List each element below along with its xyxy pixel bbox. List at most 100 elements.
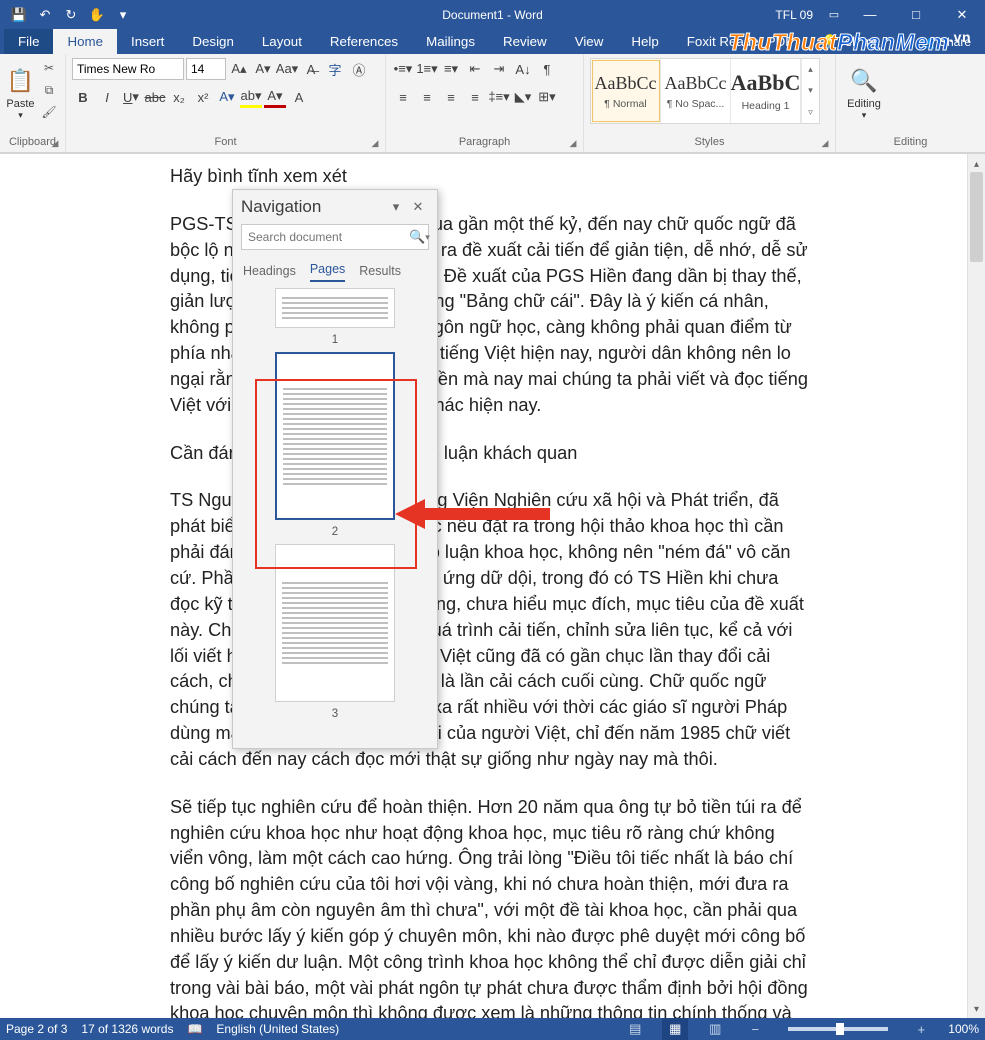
text-effects-button[interactable]: A▾ <box>216 86 238 108</box>
styles-scroll-down[interactable]: ▾ <box>802 85 819 96</box>
navigation-pane-options-button[interactable]: ▾ <box>385 196 407 218</box>
editing-button[interactable]: 🔍 Editing ▾ <box>842 58 886 130</box>
qat-touch-mode-button[interactable]: ✋ <box>84 0 110 29</box>
tab-review[interactable]: Review <box>489 29 561 54</box>
bullets-button[interactable]: •≡▾ <box>392 58 414 80</box>
font-launcher[interactable]: ◢ <box>368 136 382 150</box>
shrink-font-button[interactable]: A▾ <box>252 58 274 80</box>
font-name-combobox[interactable] <box>72 58 184 80</box>
borders-button[interactable]: ⊞▾ <box>536 86 558 108</box>
status-page[interactable]: Page 2 of 3 <box>6 1022 67 1036</box>
doc-paragraph[interactable]: Hãy bình tĩnh xem xét <box>170 164 810 190</box>
change-case-button[interactable]: Aa▾ <box>276 58 298 80</box>
tab-home[interactable]: Home <box>53 29 117 54</box>
scrollbar-thumb[interactable] <box>970 172 983 262</box>
bold-button[interactable]: B <box>72 86 94 108</box>
tab-view[interactable]: View <box>561 29 618 54</box>
paragraph-launcher[interactable]: ◢ <box>566 136 580 150</box>
styles-scroll-up[interactable]: ▴ <box>802 64 819 75</box>
tab-mailings[interactable]: Mailings <box>412 29 489 54</box>
nav-tab-pages[interactable]: Pages <box>310 262 345 282</box>
shading-button[interactable]: ◣▾ <box>512 86 534 108</box>
phonetic-guide-button[interactable]: 字 <box>324 58 346 80</box>
clipboard-launcher[interactable]: ◢ <box>48 136 62 150</box>
navigation-search-box[interactable]: 🔍 ▾ <box>241 224 429 250</box>
align-center-button[interactable]: ≡ <box>416 86 438 108</box>
status-language[interactable]: English (United States) <box>216 1022 339 1036</box>
numbering-button[interactable]: 1≡▾ <box>416 58 438 80</box>
ribbon-display-options-button[interactable]: ▭ <box>821 0 847 29</box>
character-shading-button[interactable]: A <box>288 86 310 108</box>
scroll-up-button[interactable]: ▴ <box>968 156 985 174</box>
justify-button[interactable]: ≡ <box>464 86 486 108</box>
superscript-button[interactable]: x² <box>192 86 214 108</box>
format-painter-button[interactable]: 🖌 <box>39 102 59 122</box>
view-read-mode-button[interactable]: ▤ <box>622 1018 648 1040</box>
view-print-layout-button[interactable]: ▦ <box>662 1018 688 1040</box>
qat-customize-button[interactable]: ▾ <box>110 0 136 29</box>
font-color-button[interactable]: A▾ <box>264 86 286 108</box>
tab-references[interactable]: References <box>316 29 412 54</box>
zoom-out-button[interactable]: − <box>742 1018 768 1040</box>
zoom-slider[interactable] <box>788 1027 888 1031</box>
window-maximize-button[interactable]: □ <box>893 0 939 29</box>
nav-tab-results[interactable]: Results <box>359 264 401 282</box>
decrease-indent-button[interactable]: ⇤ <box>464 58 486 80</box>
vertical-scrollbar[interactable]: ▴ ▾ <box>967 154 985 1018</box>
highlight-button[interactable]: ab▾ <box>240 86 262 108</box>
status-word-count[interactable]: 17 of 1326 words <box>81 1022 173 1036</box>
style-normal[interactable]: AaBbCc ¶ Normal <box>591 59 661 123</box>
strikethrough-button[interactable]: abc <box>144 86 166 108</box>
styles-more-button[interactable]: ▿ <box>802 107 819 118</box>
tab-design[interactable]: Design <box>178 29 248 54</box>
styles-gallery[interactable]: AaBbCc ¶ Normal AaBbCc ¶ No Spac... AaBb… <box>590 58 820 124</box>
navigation-pane-close-button[interactable]: ✕ <box>407 196 429 218</box>
qat-save-button[interactable]: 💾 <box>6 0 32 29</box>
grow-font-button[interactable]: A▴ <box>228 58 250 80</box>
navigation-search-input[interactable] <box>242 230 409 244</box>
page-thumbnail-3[interactable] <box>275 544 395 702</box>
subscript-button[interactable]: x₂ <box>168 86 190 108</box>
qat-undo-button[interactable]: ↶ <box>32 0 58 29</box>
qat-redo-button[interactable]: ↻ <box>58 0 84 29</box>
show-hide-button[interactable]: ¶ <box>536 58 558 80</box>
account-name[interactable]: TFL 09 <box>767 8 821 22</box>
increase-indent-button[interactable]: ⇥ <box>488 58 510 80</box>
nav-tab-headings[interactable]: Headings <box>243 264 296 282</box>
align-right-button[interactable]: ≡ <box>440 86 462 108</box>
scroll-down-button[interactable]: ▾ <box>968 1000 985 1018</box>
sort-button[interactable]: A↓ <box>512 58 534 80</box>
search-options-dropdown[interactable]: ▾ <box>425 232 430 243</box>
tab-foxit-reader-pdf[interactable]: Foxit Reader PDF <box>673 29 808 54</box>
document-page[interactable]: Hãy bình tĩnh xem xét PGS-TS Bùi Hiền ch… <box>0 154 967 1018</box>
doc-paragraph[interactable]: Sẽ tiếp tục nghiên cứu để hoàn thiện. Hơ… <box>170 795 810 1018</box>
tab-help[interactable]: Help <box>617 29 672 54</box>
tab-layout[interactable]: Layout <box>248 29 316 54</box>
cut-button[interactable]: ✂ <box>39 58 59 78</box>
window-close-button[interactable]: ✕ <box>939 0 985 29</box>
line-spacing-button[interactable]: ‡≡▾ <box>488 86 510 108</box>
page-thumbnail-2[interactable] <box>275 352 395 520</box>
tab-insert[interactable]: Insert <box>117 29 178 54</box>
underline-button[interactable]: U▾ <box>120 86 142 108</box>
copy-button[interactable]: ⧉ <box>39 80 59 100</box>
page-thumbnail-1[interactable] <box>275 288 395 328</box>
status-spellcheck[interactable]: 📖 <box>187 1022 202 1036</box>
paste-button[interactable]: 📋 Paste ▾ <box>6 58 35 130</box>
italic-button[interactable]: I <box>96 86 118 108</box>
clear-formatting-button[interactable]: A̶ <box>300 58 322 80</box>
multilevel-list-button[interactable]: ≡▾ <box>440 58 462 80</box>
tab-file[interactable]: File <box>4 29 53 54</box>
enclose-characters-button[interactable]: Ⓐ <box>348 58 370 80</box>
window-minimize-button[interactable]: — <box>847 0 893 29</box>
tab-tell-me[interactable]: 💡 Tell me <box>807 29 894 54</box>
style-no-spacing[interactable]: AaBbCc ¶ No Spac... <box>661 59 731 123</box>
view-web-layout-button[interactable]: ▥ <box>702 1018 728 1040</box>
navigation-pane[interactable]: Navigation ▾ ✕ 🔍 ▾ Headings Pages Result… <box>232 189 438 749</box>
zoom-in-button[interactable]: + <box>908 1018 934 1040</box>
styles-launcher[interactable]: ◢ <box>818 136 832 150</box>
font-size-combobox[interactable] <box>186 58 226 80</box>
share-button[interactable]: 👥Share <box>906 29 985 54</box>
search-icon[interactable]: 🔍 <box>409 229 425 245</box>
zoom-level[interactable]: 100% <box>948 1022 979 1036</box>
